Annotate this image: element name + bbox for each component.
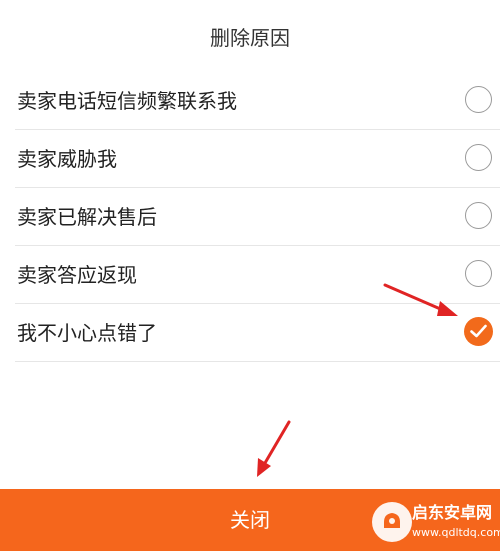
reason-option-threatened[interactable]: 卖家威胁我 xyxy=(15,130,500,188)
reason-option-frequent-contact[interactable]: 卖家电话短信频繁联系我 xyxy=(15,72,500,130)
reason-option-cashback[interactable]: 卖家答应返现 xyxy=(15,246,500,304)
reason-option-resolved[interactable]: 卖家已解决售后 xyxy=(15,188,500,246)
radio-unchecked-icon[interactable] xyxy=(465,86,492,113)
reason-options-list: 卖家电话短信频繁联系我 卖家威胁我 卖家已解决售后 卖家答应返现 我不小心点错了 xyxy=(15,72,500,362)
reason-option-label: 我不小心点错了 xyxy=(17,321,157,345)
reason-option-mistake[interactable]: 我不小心点错了 xyxy=(15,304,500,362)
close-button[interactable]: 关闭 xyxy=(0,489,500,551)
reason-option-label: 卖家答应返现 xyxy=(17,263,137,287)
arrow-to-close-button-icon xyxy=(257,420,291,477)
reason-option-label: 卖家电话短信频繁联系我 xyxy=(17,89,237,113)
delete-reason-sheet: 删除原因 卖家电话短信频繁联系我 卖家威胁我 卖家已解决售后 卖家答应返现 我不… xyxy=(0,0,500,551)
radio-checked-icon[interactable] xyxy=(464,317,493,346)
dialog-title: 删除原因 xyxy=(210,26,290,50)
reason-option-label: 卖家已解决售后 xyxy=(17,205,157,229)
checkmark-icon xyxy=(470,324,487,338)
radio-unchecked-icon[interactable] xyxy=(465,202,492,229)
reason-option-label: 卖家威胁我 xyxy=(17,147,117,171)
radio-unchecked-icon[interactable] xyxy=(465,144,492,171)
radio-unchecked-icon[interactable] xyxy=(465,260,492,287)
